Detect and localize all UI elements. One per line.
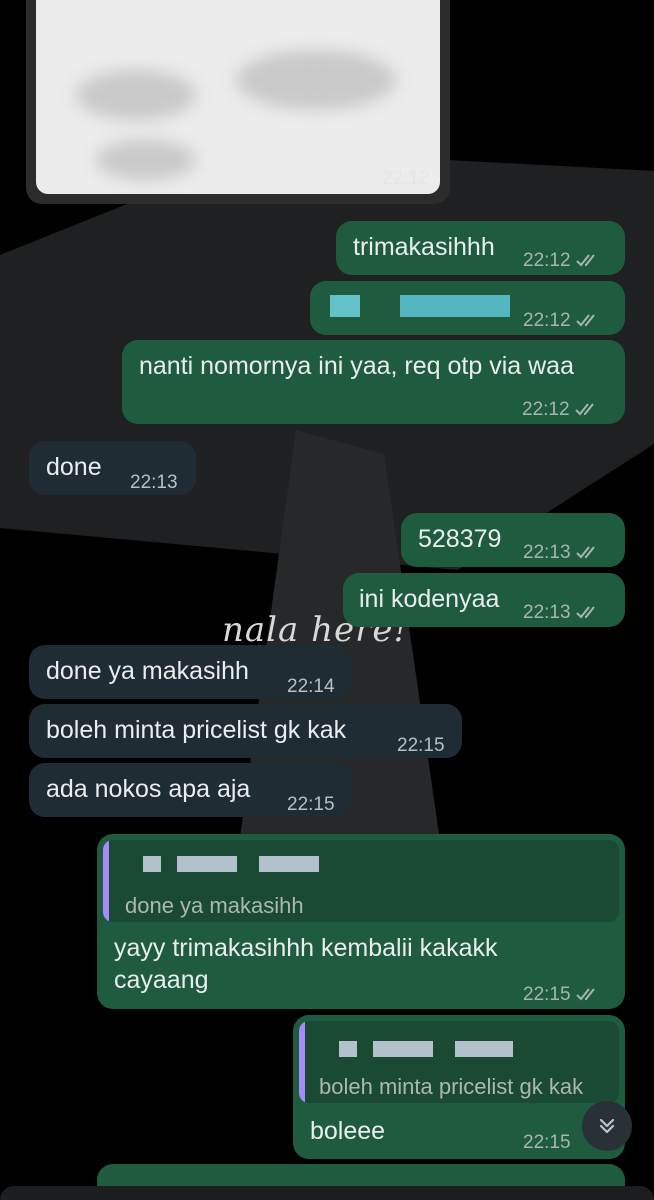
outgoing-message[interactable]: nanti nomornya ini yaa, req otp via waa … <box>122 340 625 424</box>
message-time: 22:14 <box>287 676 335 697</box>
incoming-message[interactable]: done 22:13 <box>29 441 196 495</box>
message-text: trimakasihhh <box>353 233 495 261</box>
quote-bar <box>299 1021 305 1103</box>
message-text: nanti nomornya ini yaa, req otp via waa <box>139 352 574 380</box>
redacted-name <box>177 856 237 872</box>
double-check-icon <box>575 546 595 559</box>
message-time: 22:12 <box>382 168 430 189</box>
redacted-content <box>330 295 360 317</box>
double-check-icon <box>575 988 595 1001</box>
outgoing-reply-message[interactable]: boleh minta pricelist gk kak boleee 22:1… <box>293 1015 625 1159</box>
outgoing-message[interactable]: trimakasihhh 22:12 <box>336 221 625 275</box>
message-time: 22:13 <box>523 602 571 623</box>
message-text: cayaang <box>114 966 209 994</box>
double-check-icon <box>575 314 595 327</box>
redacted-name <box>143 856 161 872</box>
image-message[interactable]: 22:12 <box>26 0 450 204</box>
chevrons-down-icon <box>599 1118 615 1134</box>
quoted-message[interactable]: done ya makasihh <box>103 840 619 922</box>
scroll-down-button[interactable] <box>582 1101 632 1151</box>
message-text: yayy trimakasihhh kembalii kakakk <box>114 934 498 962</box>
outgoing-message[interactable]: 528379 22:13 <box>401 513 625 567</box>
message-text: done <box>46 453 102 481</box>
message-time: 22:12 <box>523 310 571 331</box>
message-time: 22:13 <box>130 472 178 493</box>
quoted-message[interactable]: boleh minta pricelist gk kak <box>299 1021 619 1103</box>
redacted-name <box>339 1041 357 1057</box>
outgoing-message[interactable]: ini kodenyaa 22:13 <box>343 573 625 627</box>
incoming-message[interactable]: done ya makasihh 22:14 <box>29 645 352 699</box>
redacted-name <box>455 1041 513 1057</box>
redacted-content <box>400 295 510 317</box>
message-time: 22:12 <box>523 250 571 271</box>
double-check-icon <box>575 254 595 267</box>
message-text: boleee <box>310 1117 386 1145</box>
message-time: 22:12 <box>522 399 570 420</box>
message-time: 22:15 <box>523 984 571 1005</box>
incoming-message[interactable]: boleh minta pricelist gk kak 22:15 <box>29 704 462 758</box>
blurred-image <box>36 0 440 194</box>
message-text: boleh minta pricelist gk kak <box>46 716 347 744</box>
message-time: 22:13 <box>523 542 571 563</box>
message-text: 528379 <box>418 525 502 553</box>
message-time: 22:15 <box>523 1132 571 1153</box>
incoming-message[interactable]: ada nokos apa aja 22:15 <box>29 763 352 817</box>
quoted-text: boleh minta pricelist gk kak <box>319 1074 584 1099</box>
quote-bar <box>103 840 109 922</box>
message-text: ada nokos apa aja <box>46 775 251 803</box>
redacted-name <box>373 1041 433 1057</box>
message-text: ini kodenyaa <box>359 585 500 613</box>
quoted-text: done ya makasihh <box>125 893 304 918</box>
double-check-icon <box>575 606 595 619</box>
outgoing-reply-message[interactable]: done ya makasihh yayy trimakasihhh kemba… <box>97 834 625 1009</box>
message-time: 22:15 <box>287 794 335 815</box>
redacted-name <box>259 856 319 872</box>
message-composer[interactable] <box>0 1186 654 1200</box>
message-time: 22:15 <box>397 735 445 756</box>
message-text: done ya makasihh <box>46 657 249 685</box>
double-check-icon <box>574 403 594 416</box>
outgoing-message[interactable]: 22:12 <box>310 281 625 335</box>
